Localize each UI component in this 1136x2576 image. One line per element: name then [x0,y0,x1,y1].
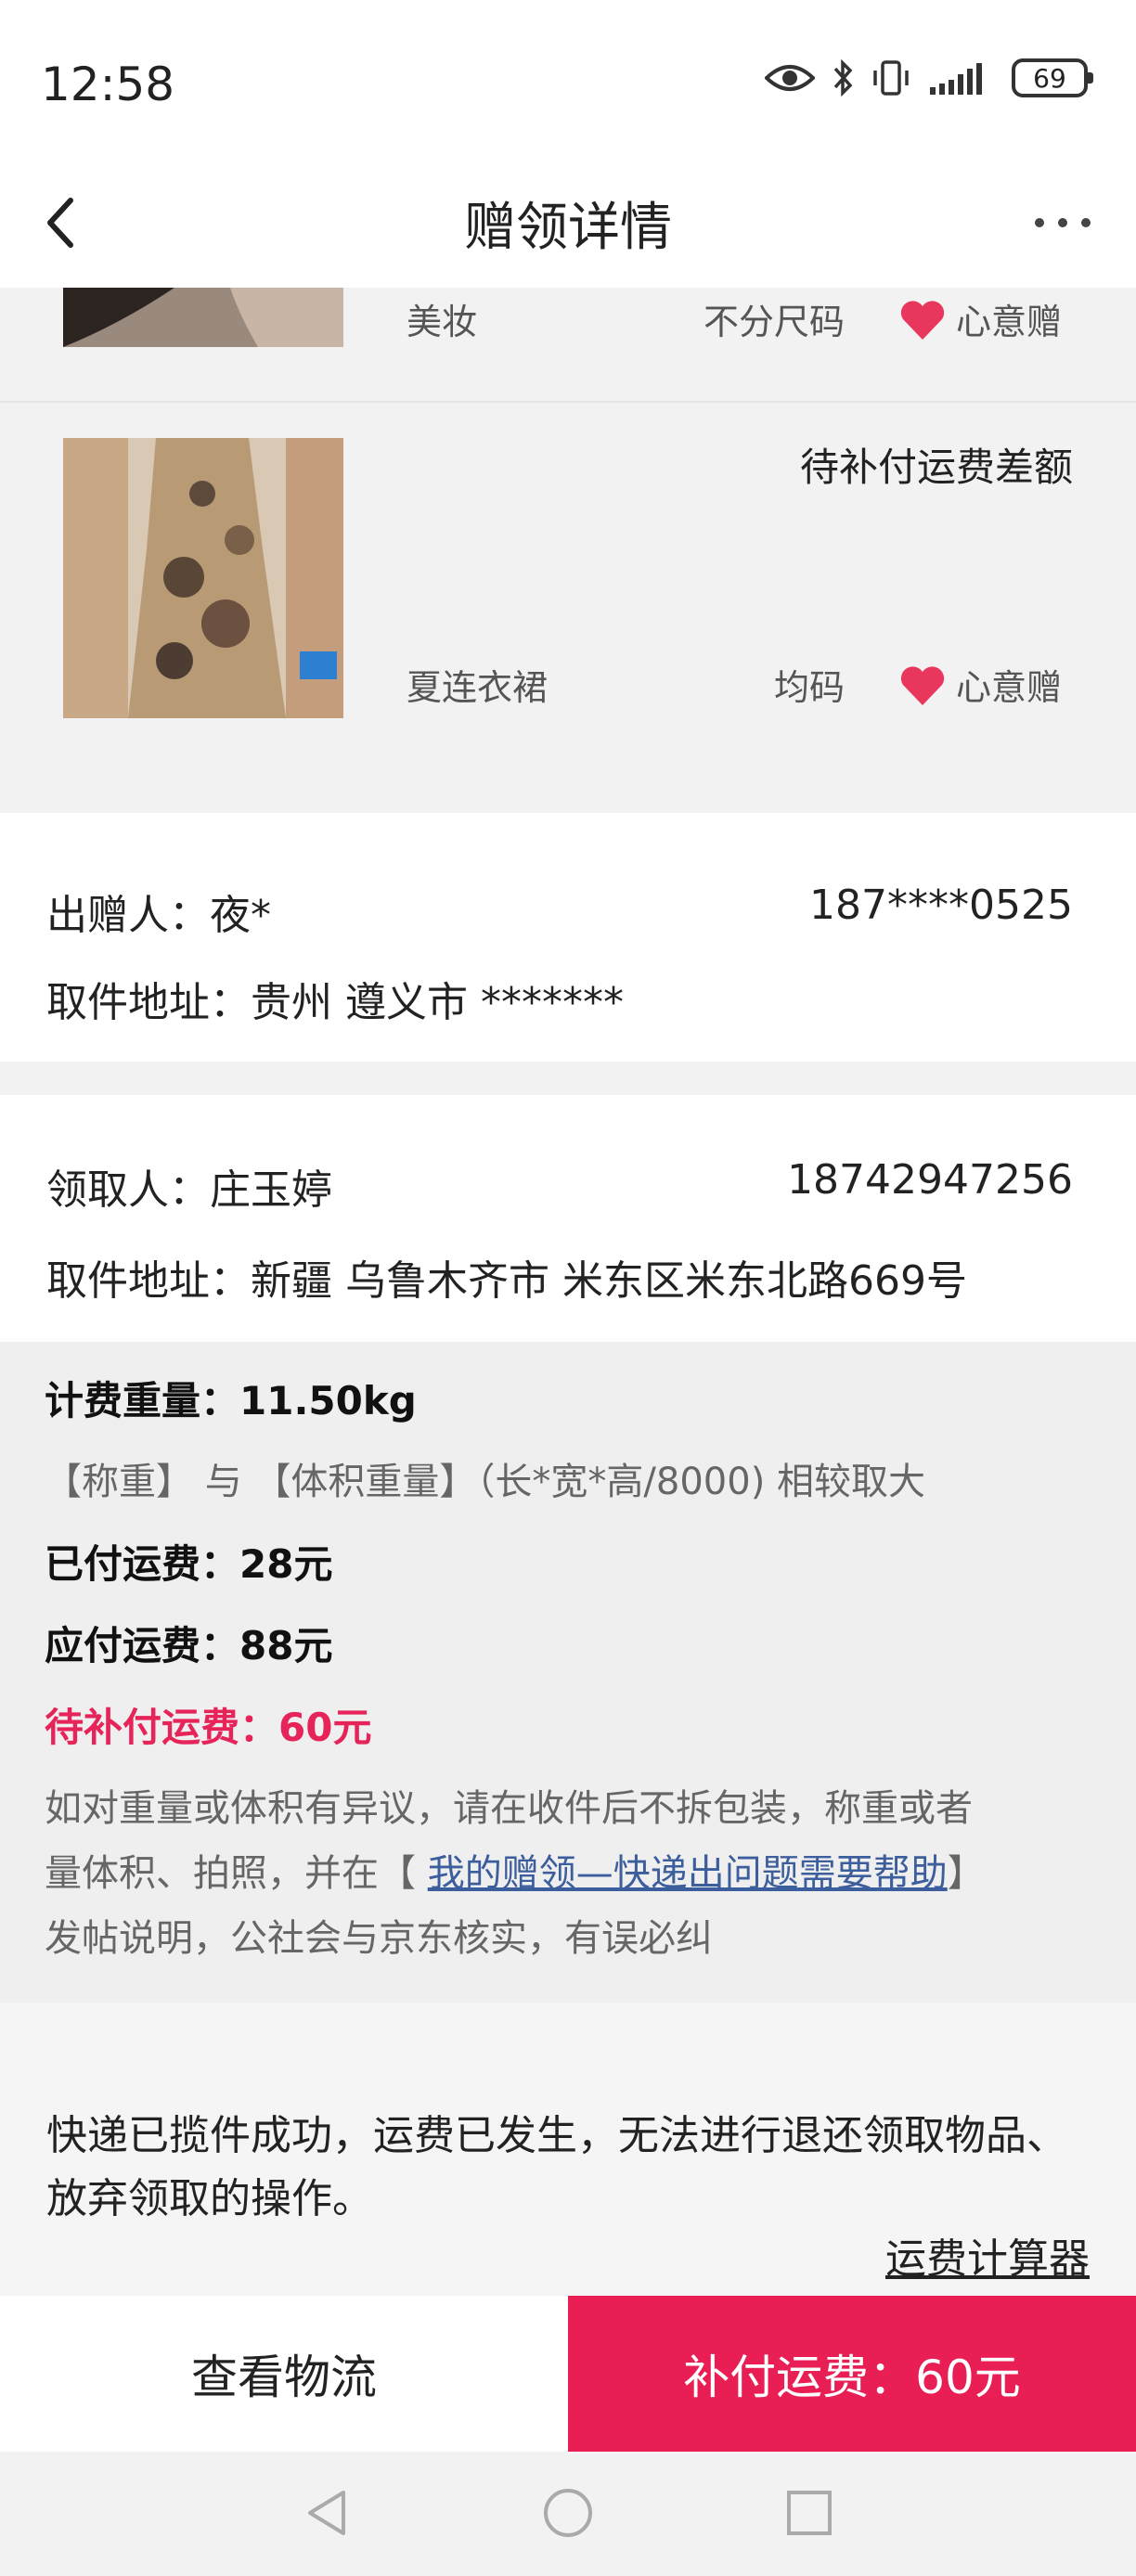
notice-section: 快递已揽件成功，运费已发生，无法进行退还领取物品、放弃领取的操作。 运费计算器 [0,2003,1136,2296]
item-size: 不分尺码 [703,302,845,342]
eye-icon [765,65,815,91]
vibrate-icon [873,60,909,96]
billing-weight-label: 计费重量： [45,1378,240,1423]
receiver-phone[interactable]: 18742947256 [787,1156,1073,1204]
weight-formula: 【称重】 与 【体积重量】（长*宽*高/8000) 相较取大 [45,1461,926,1503]
paid-freight-value: 28元 [239,1541,333,1587]
item-name: 夏连衣裙 [407,667,549,708]
paid-freight-label: 已付运费： [45,1541,240,1587]
signal-icon [930,63,982,95]
paid-freight: 已付运费：28元 [45,1533,332,1590]
status-icons: 69 [765,58,1093,98]
gift-type: 心意赠 [956,302,1063,342]
gift-item[interactable]: 美妆 不分尺码 心意赠 [0,288,1136,403]
pay-freight-button[interactable]: 补付运费：60元 [568,2296,1136,2452]
dispute-note-line1: 如对重量或体积有异议，请在收件后不拆包装，称重或者 [45,1787,973,1830]
due-freight-label: 应付运费： [45,1623,240,1668]
item-thumbnail [63,288,343,347]
item-status: 待补付运费差额 [799,444,1073,490]
item-size: 均码 [773,667,845,708]
address-label: 取件地址： [46,1257,251,1305]
receiver-row: 领取人：庄玉婷 [46,1156,332,1216]
freight-calculator-link[interactable]: 运费计算器 [885,2225,1090,2285]
heart-icon [900,301,945,340]
billing-weight-value: 11.50kg [239,1378,417,1423]
dispute-prefix: 量体积、拍照，并在【 [45,1852,428,1895]
sender-address-row: 取件地址：贵州 遵义市 ******* [46,969,624,1028]
battery-level: 69 [1033,62,1066,94]
battery-icon: 69 [1012,58,1093,97]
gift-item[interactable]: 待补付运费差额 夏连衣裙 均码 心意赠 [0,405,1136,813]
bottom-action-bar: 查看物流 补付运费：60元 [0,2296,1136,2452]
view-logistics-button[interactable]: 查看物流 [0,2296,568,2452]
bluetooth-icon [833,58,853,97]
dispute-note-line2: 量体积、拍照，并在【 我的赠领—快递出问题需要帮助】 [45,1843,985,1897]
nav-back-icon[interactable] [301,2485,356,2541]
pending-freight-label: 待补付运费： [45,1705,279,1750]
sender-address: 贵州 遵义市 ******* [251,979,624,1026]
dispute-note-line3: 发帖说明，公社会与京东核实，有误必纠 [45,1917,713,1960]
pending-freight: 待补付运费：60元 [45,1696,371,1753]
nav-home-icon[interactable] [540,2485,596,2541]
receiver-address: 新疆 乌鲁木齐市 米东区米东北路669号 [251,1257,967,1305]
receiver-label: 领取人： [46,1166,210,1214]
sender-phone[interactable]: 187****0525 [809,882,1073,929]
more-icon[interactable] [1030,204,1095,241]
heart-icon [900,666,945,705]
system-nav-bar [0,2452,1136,2576]
status-bar: 12:58 69 [0,0,1136,158]
dispute-suffix: 】 [947,1852,985,1895]
address-label: 取件地址： [46,979,251,1026]
status-time: 12:58 [41,58,175,111]
sender-label: 出赠人： [46,892,210,939]
receiver-card: 领取人：庄玉婷 18742947256 取件地址：新疆 乌鲁木齐市 米东区米东北… [0,1095,1136,1342]
sender-name: 夜* [210,892,271,939]
due-freight-value: 88元 [239,1623,333,1668]
due-freight: 应付运费：88元 [45,1615,332,1671]
item-name: 美妆 [407,302,478,342]
sender-card: 出赠人：夜* 187****0525 取件地址：贵州 遵义市 ******* [0,813,1136,1062]
help-link[interactable]: 我的赠领—快递出问题需要帮助 [428,1852,948,1895]
billing-weight: 计费重量：11.50kg [45,1370,417,1426]
notice-text: 快递已揽件成功，运费已发生，无法进行退还领取物品、放弃领取的操作。 [46,2112,1067,2222]
pending-freight-value: 60元 [278,1705,372,1750]
nav-recents-icon[interactable] [781,2485,837,2541]
freight-details: 计费重量：11.50kg 【称重】 与 【体积重量】（长*宽*高/8000) 相… [0,1342,1136,2003]
page-title: 赠领详情 [464,198,672,258]
receiver-address-row: 取件地址：新疆 乌鲁木齐市 米东区米东北路669号 [46,1247,967,1307]
nav-bar: 赠领详情 [0,158,1136,288]
gift-type: 心意赠 [956,667,1063,708]
item-thumbnail [63,438,343,718]
receiver-name: 庄玉婷 [210,1166,332,1214]
sender-row: 出赠人：夜* [46,882,271,941]
